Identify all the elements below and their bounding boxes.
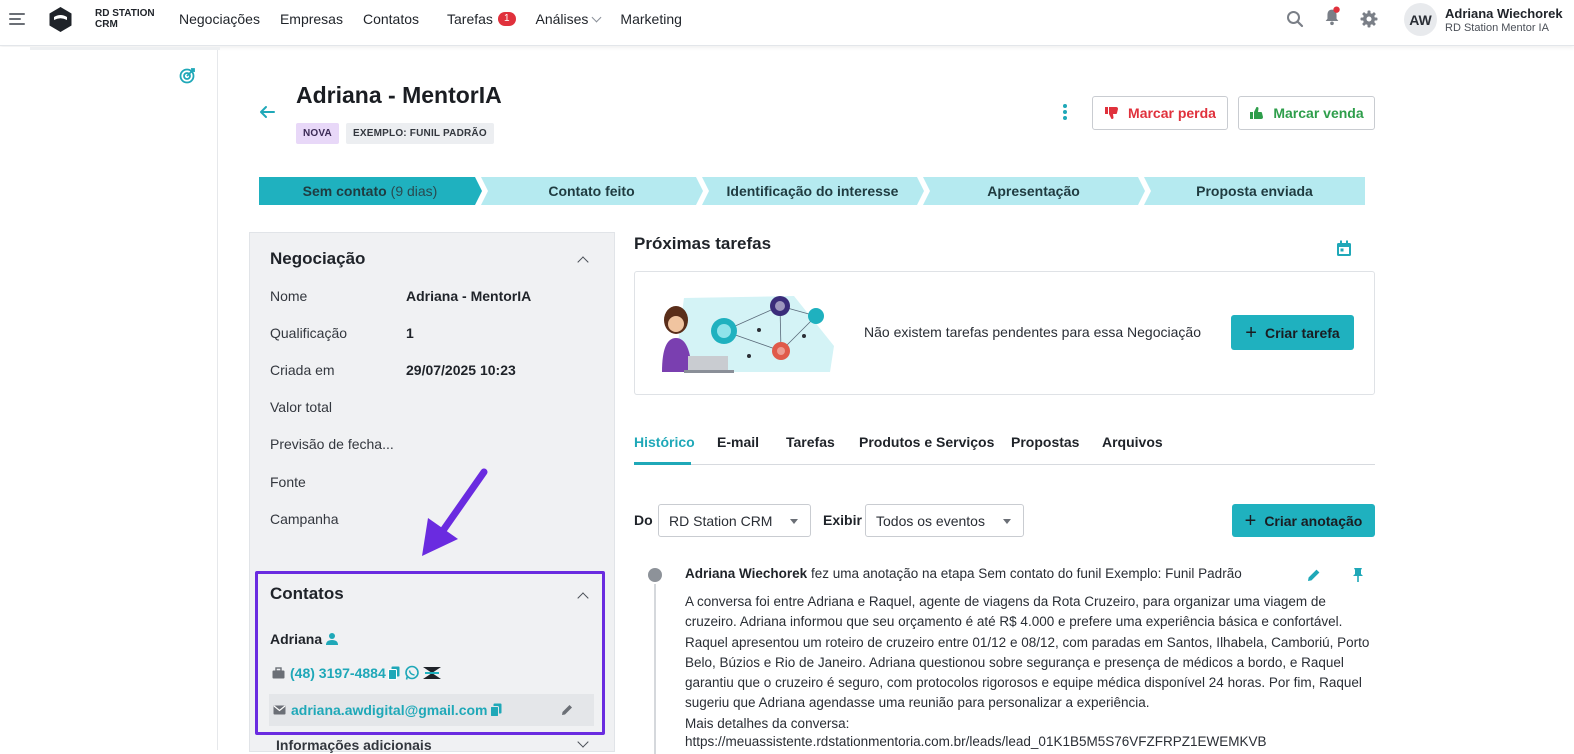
source-filter-select[interactable]: RD Station CRM [658,504,811,537]
field-label-criada-em: Criada em [270,362,335,378]
events-filter-select[interactable]: Todos os eventos [865,504,1024,537]
person-icon [326,633,339,645]
nav-contatos[interactable]: Contatos [363,11,419,27]
next-tasks-title: Próximas tarefas [634,234,772,253]
edit-note-pencil-icon[interactable] [1306,567,1322,583]
field-label-qualificacao: Qualificação [270,325,348,341]
contact-phone[interactable]: (48) 3197-4884 [272,663,442,683]
user-org: RD Station Mentor IA [1445,22,1549,34]
top-bar: RD STATION CRM Negociações Empresas Cont… [0,0,1574,46]
field-label-campanha: Campanha [270,511,339,527]
notifications-bell-icon[interactable] [1322,6,1342,26]
plus-icon: + [1244,509,1257,532]
active-tab-indicator [634,462,691,465]
no-tasks-message: Não existem tarefas pendentes para essa … [864,324,1201,340]
copy-phone-icon[interactable] [387,666,400,680]
source-filter-label: Do [634,512,653,528]
target-icon[interactable] [178,67,196,85]
field-label-nome: Nome [270,288,308,304]
events-filter-label: Exibir [823,512,862,528]
field-value-qualificacao[interactable]: 1 [406,325,414,341]
field-label-valor-total: Valor total [270,399,332,415]
contact-name[interactable]: Adriana [270,631,339,647]
envelope-icon [273,705,286,715]
menu-icon[interactable] [9,13,25,27]
main-nav: Negociações Empresas Contatos Tarefas 1 A… [179,0,702,38]
user-name[interactable]: Adriana Wiechorek [1445,6,1563,21]
rail-divider [30,47,220,50]
chevron-down-icon [591,12,602,22]
pipeline-stages: Sem contato (9 dias) Contato feito Identi… [259,177,1365,205]
nav-tarefas[interactable]: Tarefas 1 [447,11,516,27]
contatos-section-title[interactable]: Contatos [270,584,344,604]
pin-note-icon[interactable] [1350,567,1366,583]
back-arrow-icon[interactable] [258,104,276,120]
timeline-line [654,584,656,754]
deal-title: Adriana - MentorIA [296,82,502,108]
tab-propostas[interactable]: Propostas [1011,434,1079,450]
nav-marketing[interactable]: Marketing [620,11,681,27]
whatsapp-icon[interactable] [404,665,420,681]
additional-info-section-title[interactable]: Informações adicionais [276,737,432,753]
contact-email[interactable]: adriana.awdigital@gmail.com [269,694,594,726]
left-rail [0,47,220,750]
tab-produtos-servicos[interactable]: Produtos e Serviços [859,434,994,450]
copy-email-icon[interactable] [490,703,502,717]
note-body: A conversa foi entre Adriana e Raquel, a… [685,592,1375,734]
status-badge: NOVA [296,123,339,144]
create-note-button[interactable]: + Criar anotação [1232,504,1375,537]
rd-station-logo[interactable] [48,6,73,33]
nav-analises[interactable]: Análises [536,11,602,27]
empty-tasks-illustration [662,296,834,373]
nav-empresas[interactable]: Empresas [280,11,343,27]
search-icon[interactable] [1285,9,1305,29]
thumbs-down-icon [1105,107,1119,119]
stage-apresentacao[interactable]: Apresentação [923,177,1144,205]
tab-email[interactable]: E-mail [717,434,759,450]
create-task-button[interactable]: + Criar tarefa [1231,315,1354,350]
integration-icon[interactable] [422,665,442,681]
nav-negociacoes[interactable]: Negociações [179,11,260,27]
note-author[interactable]: Adriana Wiechorek [685,566,807,581]
user-avatar[interactable]: AW [1404,3,1437,36]
stage-identificacao[interactable]: Identificação do interesse [702,177,923,205]
deal-tabs: Histórico E-mail Tarefas Produtos e Serv… [634,428,1375,465]
stage-contato-feito[interactable]: Contato feito [481,177,702,205]
tasks-count-badge: 1 [497,12,516,26]
plus-icon: + [1245,321,1257,344]
negociacao-section-title[interactable]: Negociação [270,249,365,269]
field-value-criada-em: 29/07/2025 10:23 [406,362,516,378]
note-more-details-label: Mais detalhes da conversa: [685,715,850,731]
tab-historico[interactable]: Histórico [634,434,695,450]
note-conversation-link[interactable]: https://meuassistente.rdstationmentoria.… [685,734,1267,749]
note-header: Adriana Wiechorek fez uma anotação na et… [685,566,1242,581]
annotation-arrow-icon [422,468,488,556]
funnel-badge: EXEMPLO: FUNIL PADRÃO [346,123,494,144]
stage-proposta-enviada[interactable]: Proposta enviada [1144,177,1365,205]
field-value-nome[interactable]: Adriana - MentorIA [406,288,531,304]
mark-loss-button[interactable]: Marcar perda [1092,96,1228,130]
calendar-icon[interactable] [1336,240,1352,257]
brand-name: RD STATION CRM [95,8,155,30]
dropdown-caret-icon [1003,519,1011,524]
field-label-previsao: Previsão de fecha... [270,436,394,452]
settings-gear-icon[interactable] [1359,9,1379,29]
thumbs-up-icon [1250,107,1264,119]
dropdown-caret-icon [790,519,798,524]
briefcase-icon [272,667,285,679]
more-options-icon[interactable] [1062,104,1068,122]
timeline-dot [648,568,662,582]
field-label-fonte: Fonte [270,474,306,490]
stage-sem-contato[interactable]: Sem contato (9 dias) [259,177,481,205]
edit-email-pencil-icon[interactable] [560,703,574,717]
tab-tarefas[interactable]: Tarefas [786,434,835,450]
tab-arquivos[interactable]: Arquivos [1102,434,1163,450]
mark-sale-button[interactable]: Marcar venda [1238,96,1375,130]
